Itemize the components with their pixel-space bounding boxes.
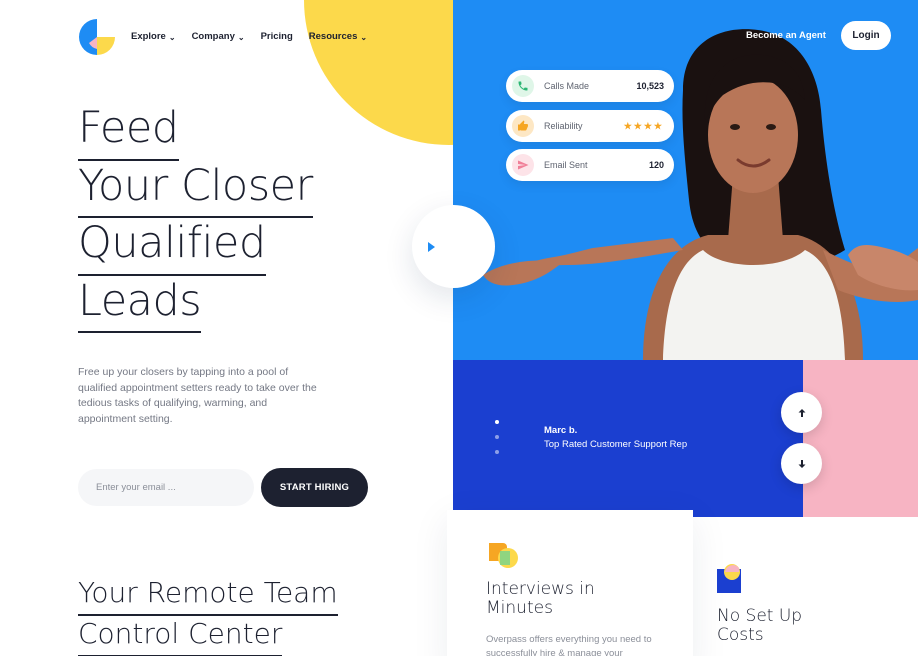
start-hiring-button[interactable]: START HIRING xyxy=(261,468,368,507)
testimonial-name: Marc b. xyxy=(544,425,578,436)
chat-bubbles-icon xyxy=(489,543,518,568)
arrow-down-icon xyxy=(798,459,805,468)
section-title: Your Remote Team Control Center xyxy=(78,572,338,656)
feature-title: Interviews in Minutes xyxy=(486,579,595,618)
play-icon xyxy=(428,241,435,252)
feature-title: No Set Up Costs xyxy=(717,606,803,645)
nav-explore[interactable]: Explore ⌄ xyxy=(131,31,176,42)
become-agent-link[interactable]: Become an Agent xyxy=(746,30,826,41)
previous-button[interactable] xyxy=(781,392,822,433)
play-video-button[interactable] xyxy=(412,205,495,288)
carousel-dot[interactable] xyxy=(495,420,499,424)
chevron-down-icon: ⌄ xyxy=(360,32,368,42)
main-nav: Explore ⌄ Company ⌄ Pricing Resources ⌄ xyxy=(131,31,367,42)
nav-company[interactable]: Company ⌄ xyxy=(192,31,245,42)
section-title-line: Your Remote Team xyxy=(78,572,338,616)
email-input[interactable] xyxy=(78,469,254,506)
phone-icon xyxy=(512,75,534,97)
nav-pricing[interactable]: Pricing xyxy=(261,31,293,42)
hero-title-line: Qualified xyxy=(78,215,266,275)
hero-title-line: Leads xyxy=(78,273,202,333)
chevron-down-icon: ⌄ xyxy=(237,32,245,42)
stat-calls-made: Calls Made 10,523 xyxy=(506,70,674,102)
stat-email-sent: Email Sent 120 xyxy=(506,149,674,181)
calendar-icon xyxy=(717,564,741,593)
login-button[interactable]: Login xyxy=(841,21,891,50)
arrow-up-icon xyxy=(798,408,805,417)
thumbs-up-icon xyxy=(512,115,534,137)
hero-title-line: Your Closer xyxy=(78,158,313,218)
next-button[interactable] xyxy=(781,443,822,484)
hero-title: Feed Your Closer Qualified Leads xyxy=(78,100,313,333)
chevron-down-icon: ⌄ xyxy=(168,32,176,42)
landing-page: Explore ⌄ Company ⌄ Pricing Resources ⌄ Bec… xyxy=(0,0,918,656)
paper-plane-icon xyxy=(512,154,534,176)
carousel-dot[interactable] xyxy=(495,450,499,454)
feature-description: Overpass offers everything you need to s… xyxy=(486,634,652,656)
hero-description: Free up your closers by tapping into a p… xyxy=(78,366,317,425)
nav-resources[interactable]: Resources ⌄ xyxy=(309,31,367,42)
section-title-line: Control Center xyxy=(78,613,283,656)
hero-title-line: Feed xyxy=(78,100,179,160)
testimonial-role: Top Rated Customer Support Rep xyxy=(544,439,688,450)
carousel-dot[interactable] xyxy=(495,435,499,439)
decorative-pink-panel xyxy=(803,360,918,517)
star-rating: ★★★★ xyxy=(623,120,664,131)
brand-logo-icon[interactable] xyxy=(79,19,115,55)
stat-reliability: Reliability ★★★★ xyxy=(506,110,674,142)
carousel-dots xyxy=(495,420,499,454)
